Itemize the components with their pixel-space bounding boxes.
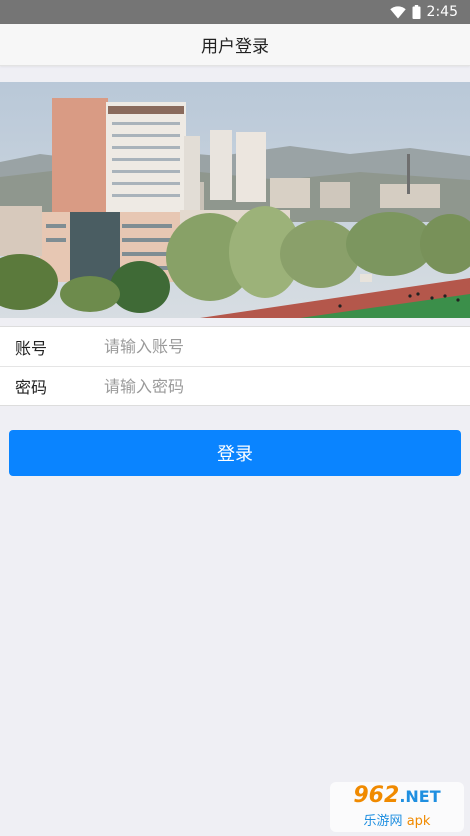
account-input[interactable] [104,337,470,356]
watermark-logo: 962.NET 乐游网 apk [330,782,464,832]
watermark-apk: apk [406,814,431,829]
battery-icon [412,5,421,19]
login-form: 账号 密码 [0,326,470,406]
watermark-subtitle: 乐游网 [363,814,403,829]
login-button[interactable]: 登录 [9,430,461,476]
status-time: 2:45 [426,4,458,20]
page-title: 用户登录 [201,37,269,57]
nav-bar: 用户登录 [0,24,470,66]
password-label: 密码 [15,378,48,397]
watermark-number: 962 [353,783,400,808]
wifi-icon [389,5,406,19]
campus-banner-image [0,82,470,318]
account-row: 账号 [0,327,470,366]
watermark-suffix: .NET [399,787,441,806]
password-input[interactable] [104,376,470,396]
password-row: 密码 [0,366,470,405]
account-label: 账号 [15,338,48,358]
status-bar: 2:45 [0,0,470,24]
